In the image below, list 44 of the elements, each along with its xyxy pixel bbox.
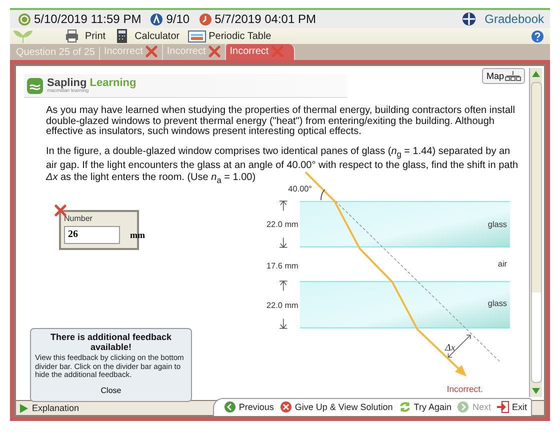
expand-icon	[20, 404, 28, 412]
popup-title: There is additional feedback available!	[49, 332, 173, 352]
shift-label: Δx	[445, 342, 455, 354]
last-date: 5/7/2019 04:01 PM	[214, 12, 316, 26]
toolbar-button[interactable]: Periodic Table	[188, 29, 272, 43]
cross-icon	[270, 45, 284, 58]
leaf-icon	[12, 29, 34, 43]
question-text: As you may have learned when studying the properties of thermal energy, building contractors often install double-glazed windows to prevent thermal energy ("heat") from entering/exiting the building. Although effective as insulators, such windows present interesting optical effects.	[46, 106, 516, 138]
close-button[interactable]: Close	[100, 386, 122, 394]
logo-icon	[27, 78, 43, 94]
unit-label: mm	[130, 230, 145, 240]
stop-icon	[280, 401, 292, 413]
periodic-table-icon	[188, 29, 206, 43]
gradebook-icon	[462, 12, 476, 26]
logo-name: Sapling Learning	[47, 78, 136, 88]
nav-button[interactable]: Try Again	[398, 401, 452, 413]
clock-icon	[18, 12, 31, 26]
score-badge-icon	[150, 12, 164, 26]
back-icon	[224, 401, 236, 413]
cross-icon	[144, 45, 158, 58]
explanation-bar[interactable]: Explanation	[16, 402, 84, 414]
refresh-icon	[398, 401, 411, 413]
nav-button[interactable]: Exit	[496, 401, 527, 413]
attempt-tab[interactable]: Incorrect	[226, 44, 295, 60]
nav-button[interactable]: Give Up & View Solution	[280, 401, 393, 413]
cross-icon	[208, 45, 221, 58]
question-text: In the figure, a double-glazed window comprises two identical panes of glass (n$_{g}$ = 1.44) separated by an air gap. If the light encounters the glass at an angle of 40.00° with respect to the glass, find the shift in path Δx as the light enters the room. (Use n$_{a}$ = 1.00)	[46, 146, 520, 186]
map-button[interactable]: Map	[482, 68, 525, 84]
scrollbar[interactable]	[529, 68, 542, 397]
due-date: 5/10/2019 11:59 PM	[34, 12, 142, 26]
answer-field[interactable]: 26	[64, 226, 120, 244]
toolbar-button[interactable]: Print	[64, 29, 106, 43]
score: 9/10	[166, 12, 190, 26]
result-text: Incorrect.	[446, 383, 483, 394]
gradebook-link[interactable]: Gradebook	[484, 12, 544, 26]
map-icon	[505, 71, 521, 81]
nav-button[interactable]: Previous	[224, 401, 274, 413]
clock-icon	[198, 12, 212, 26]
toolbar-button[interactable]: Calculator	[114, 29, 180, 43]
angle-arc	[320, 188, 326, 200]
help-icon	[531, 30, 544, 42]
field-label: Number	[64, 214, 94, 222]
forward-icon	[457, 401, 470, 413]
exit-icon	[496, 401, 509, 413]
